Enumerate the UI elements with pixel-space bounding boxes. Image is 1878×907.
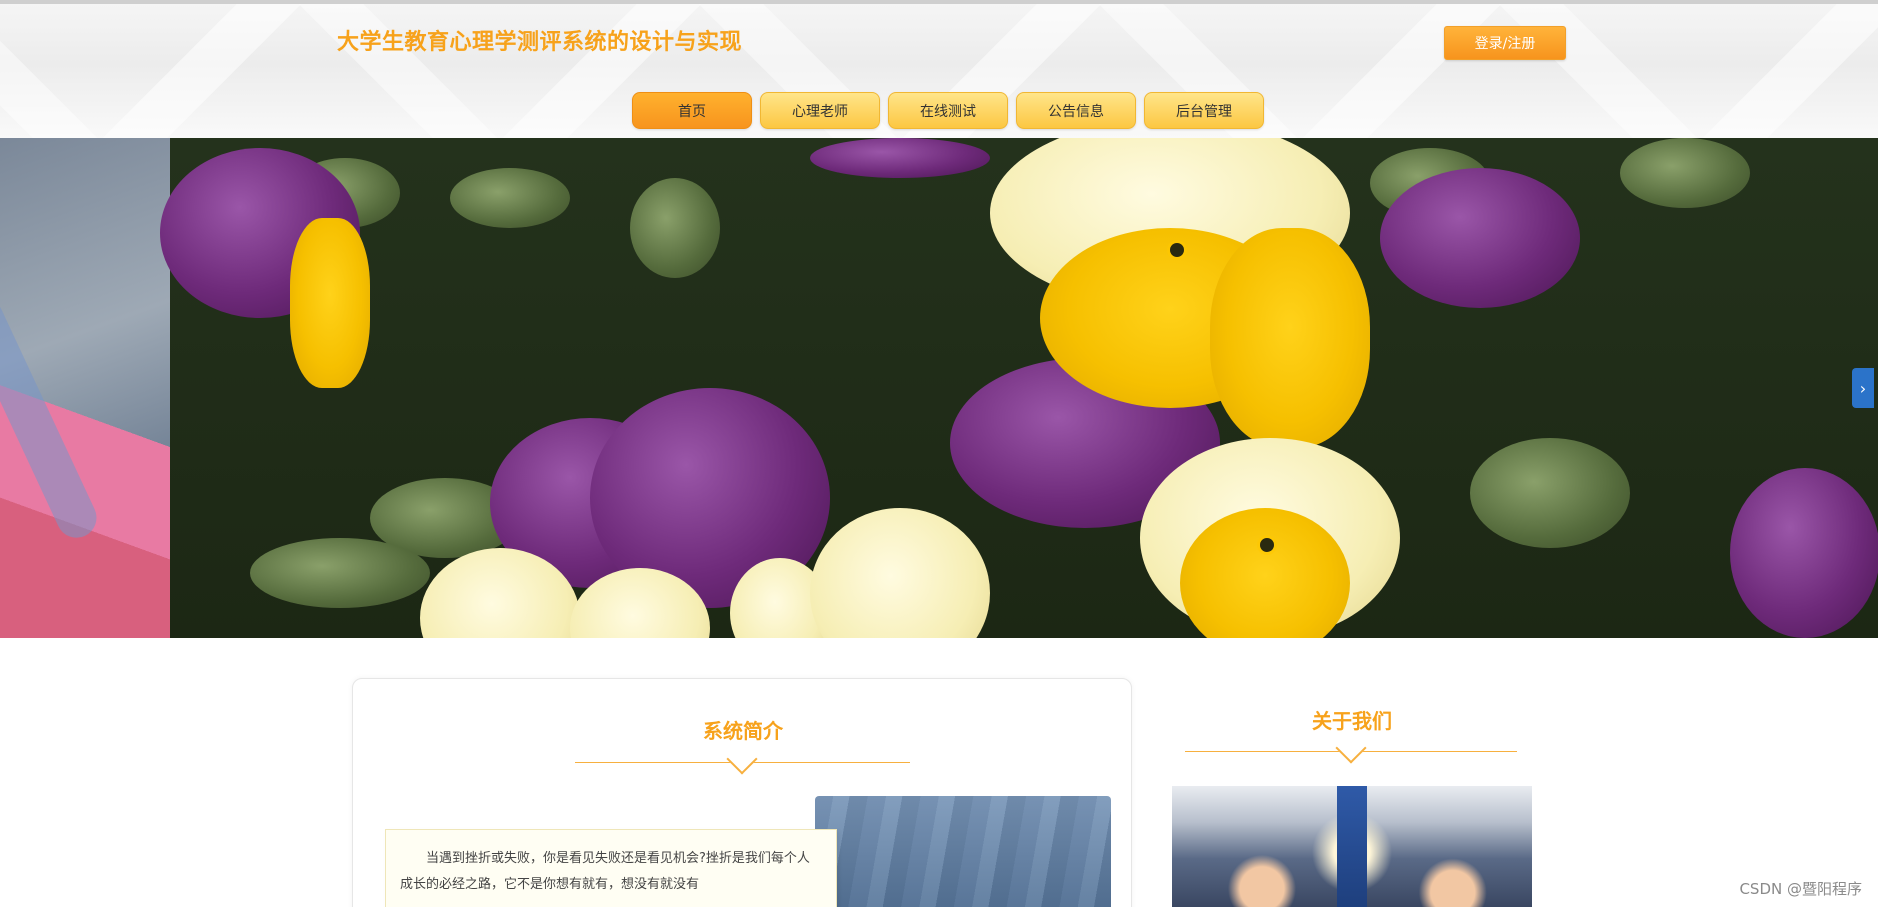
banner-previous-slide-edge — [0, 138, 170, 638]
banner-leaf — [250, 538, 430, 608]
system-intro-title: 系统简介 — [703, 719, 783, 743]
banner-yellow-petal — [1210, 228, 1370, 448]
nav-item-online-test[interactable]: 在线测试 — [888, 92, 1008, 129]
banner-yellow-petal — [290, 218, 370, 388]
about-us-title: 关于我们 — [1312, 709, 1392, 733]
hero-banner-carousel[interactable]: › — [0, 138, 1878, 638]
banner-purple-petal — [810, 138, 990, 178]
banner-leaf — [1470, 438, 1630, 548]
intro-photo — [815, 796, 1111, 907]
banner-flower-center — [1170, 243, 1184, 257]
nav-item-admin[interactable]: 后台管理 — [1144, 92, 1264, 129]
site-title: 大学生教育心理学测评系统的设计与实现 — [337, 30, 743, 55]
nav-item-home[interactable]: 首页 — [632, 92, 752, 129]
watermark: CSDN @暨阳程序 — [1739, 880, 1862, 898]
main-nav: 首页 心理老师 在线测试 公告信息 后台管理 — [632, 92, 1264, 129]
system-intro-card: 系统简介 当遇到挫折或失败，你是看见失败还是看见机会?挫折是我们每个人成长的必经… — [352, 678, 1132, 907]
about-us-photo — [1172, 786, 1532, 907]
nav-item-teachers[interactable]: 心理老师 — [760, 92, 880, 129]
banner-leaf — [1620, 138, 1750, 208]
intro-text: 当遇到挫折或失败，你是看见失败还是看见机会?挫折是我们每个人成长的必经之路，它不… — [385, 829, 837, 907]
banner-next-arrow[interactable]: › — [1852, 368, 1874, 408]
banner-purple-petal — [1730, 468, 1878, 638]
banner-purple-petal — [1380, 168, 1580, 308]
banner-flower-center — [1260, 538, 1274, 552]
login-register-button[interactable]: 登录/注册 — [1444, 26, 1566, 60]
banner-flower-image — [160, 138, 1878, 638]
banner-leaf — [450, 168, 570, 228]
site-header: 大学生教育心理学测评系统的设计与实现 登录/注册 首页 心理老师 在线测试 公告… — [0, 0, 1878, 138]
chevron-down-icon — [726, 743, 758, 775]
chevron-down-icon — [1335, 732, 1367, 764]
nav-item-announcements[interactable]: 公告信息 — [1016, 92, 1136, 129]
banner-cream-petal — [810, 508, 990, 638]
banner-leaf — [630, 178, 720, 278]
